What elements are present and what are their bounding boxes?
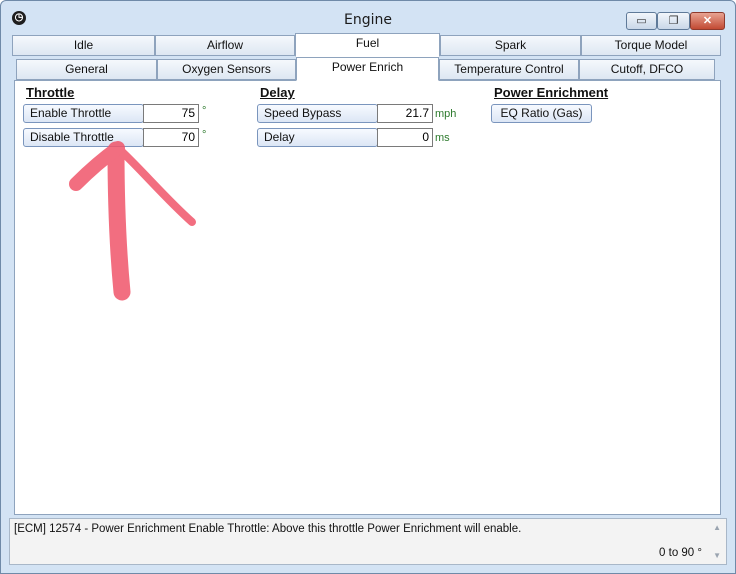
delay-unit: ms bbox=[435, 132, 450, 144]
disable-throttle-value[interactable]: 70 bbox=[143, 128, 199, 147]
speed-bypass-unit: mph bbox=[435, 108, 457, 120]
tab-idle[interactable]: Idle bbox=[12, 35, 155, 56]
close-button[interactable]: ✕ bbox=[690, 12, 725, 30]
throttle-heading: Throttle bbox=[26, 85, 75, 100]
tab-torque-model[interactable]: Torque Model bbox=[581, 35, 721, 56]
scroll-down-icon[interactable]: ▼ bbox=[713, 551, 721, 560]
status-description: [ECM] 12574 - Power Enrichment Enable Th… bbox=[14, 523, 522, 535]
tab-airflow[interactable]: Airflow bbox=[155, 35, 295, 56]
status-range: 0 to 90 ° bbox=[659, 547, 702, 559]
minimize-button[interactable]: ▭ bbox=[626, 12, 657, 30]
disable-throttle-unit: ° bbox=[202, 129, 207, 141]
maximize-button[interactable]: ❐ bbox=[657, 12, 690, 30]
window-title: Engine bbox=[344, 12, 392, 28]
tab-spark[interactable]: Spark bbox=[440, 35, 581, 56]
tab-temperature-control[interactable]: Temperature Control bbox=[439, 59, 579, 80]
speed-bypass-button[interactable]: Speed Bypass bbox=[257, 104, 378, 123]
speed-bypass-value[interactable]: 21.7 bbox=[377, 104, 433, 123]
enable-throttle-unit: ° bbox=[202, 105, 207, 117]
tab-cutoff-dfco[interactable]: Cutoff, DFCO bbox=[579, 59, 715, 80]
enable-throttle-button[interactable]: Enable Throttle bbox=[23, 104, 144, 123]
status-help-panel: [ECM] 12574 - Power Enrichment Enable Th… bbox=[9, 518, 727, 565]
disable-throttle-button[interactable]: Disable Throttle bbox=[23, 128, 144, 147]
title-bar: ◷ Engine ▭ ❐ ✕ bbox=[1, 1, 735, 33]
delay-value[interactable]: 0 bbox=[377, 128, 433, 147]
tab-power-enrich[interactable]: Power Enrich bbox=[296, 57, 439, 81]
power-enrichment-heading: Power Enrichment bbox=[494, 85, 609, 100]
delay-heading: Delay bbox=[260, 85, 295, 100]
delay-button[interactable]: Delay bbox=[257, 128, 378, 147]
tab-fuel[interactable]: Fuel bbox=[295, 33, 440, 57]
scroll-up-icon[interactable]: ▲ bbox=[713, 523, 721, 532]
enable-throttle-value[interactable]: 75 bbox=[143, 104, 199, 123]
engine-window: ◷ Engine ▭ ❐ ✕ Idle Airflow Fuel Spark T… bbox=[0, 0, 736, 574]
eq-ratio-gas-button[interactable]: EQ Ratio (Gas) bbox=[491, 104, 592, 123]
tab-oxygen-sensors[interactable]: Oxygen Sensors bbox=[157, 59, 296, 80]
tab-general[interactable]: General bbox=[16, 59, 157, 80]
